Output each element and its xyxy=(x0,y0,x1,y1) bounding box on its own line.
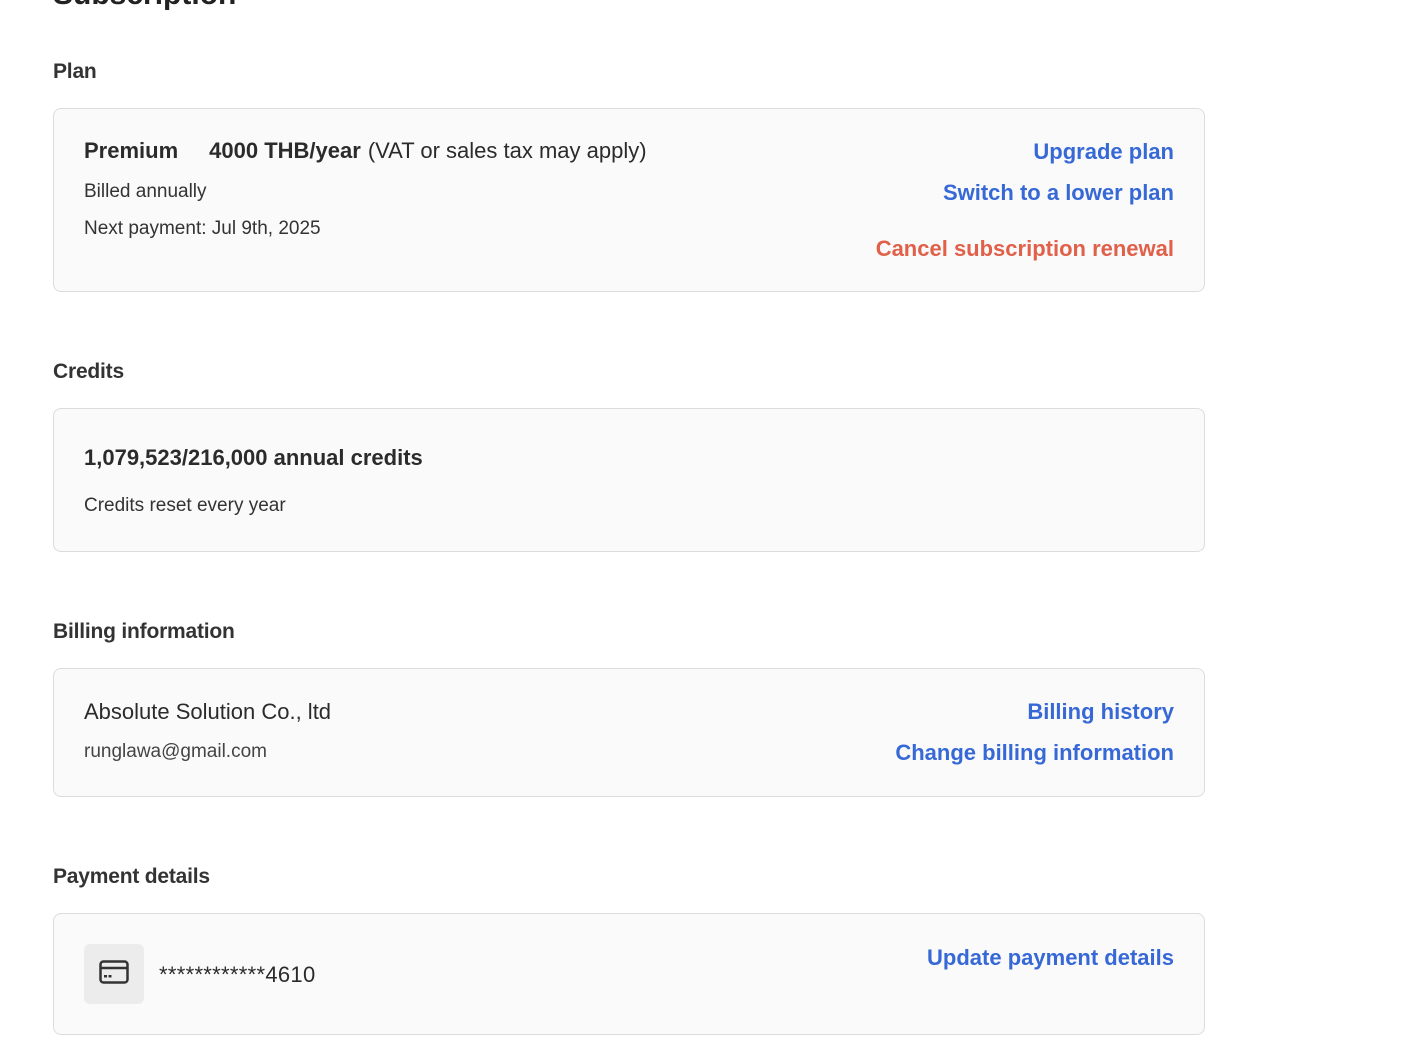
plan-section-title: Plan xyxy=(53,60,97,83)
page-title: Subscription xyxy=(53,0,236,12)
credits-section-title: Credits xyxy=(53,360,124,383)
billing-email: runglawa@gmail.com xyxy=(84,741,267,762)
plan-name: Premium xyxy=(84,138,179,163)
credits-reset-note: Credits reset every year xyxy=(84,495,286,516)
credits-card: 1,079,523/216,000 annual credits Credits… xyxy=(53,408,1205,552)
switch-lower-plan-link[interactable]: Switch to a lower plan xyxy=(943,180,1174,206)
billing-company: Absolute Solution Co., ltd xyxy=(84,699,332,724)
credit-card-icon xyxy=(99,959,129,989)
cancel-renewal-link[interactable]: Cancel subscription renewal xyxy=(876,236,1174,262)
update-payment-details-link[interactable]: Update payment details xyxy=(927,945,1174,971)
billing-card: Absolute Solution Co., ltd runglawa@gmai… xyxy=(53,668,1205,797)
payment-section-title: Payment details xyxy=(53,865,210,888)
billing-section-title: Billing information xyxy=(53,620,235,643)
plan-card: Premium 4000 THB/year (VAT or sales tax ma… xyxy=(53,108,1205,292)
payment-card: ************4610 Update payment details xyxy=(53,913,1205,1035)
masked-card-number: ************4610 xyxy=(159,962,316,987)
plan-billing-cycle: Billed annually xyxy=(84,181,207,202)
upgrade-plan-link[interactable]: Upgrade plan xyxy=(1033,139,1174,165)
plan-next-payment: Next payment: Jul 9th, 2025 xyxy=(84,218,321,239)
credits-summary: 1,079,523/216,000 annual credits xyxy=(84,445,423,470)
plan-price: 4000 THB/year xyxy=(209,138,361,163)
change-billing-info-link[interactable]: Change billing information xyxy=(895,740,1174,766)
credit-card-icon-box xyxy=(84,944,144,1004)
billing-history-link[interactable]: Billing history xyxy=(1027,699,1174,725)
plan-tax-note: (VAT or sales tax may apply) xyxy=(367,138,647,163)
plan-summary: Premium 4000 THB/year (VAT or sales tax ma… xyxy=(84,138,647,164)
